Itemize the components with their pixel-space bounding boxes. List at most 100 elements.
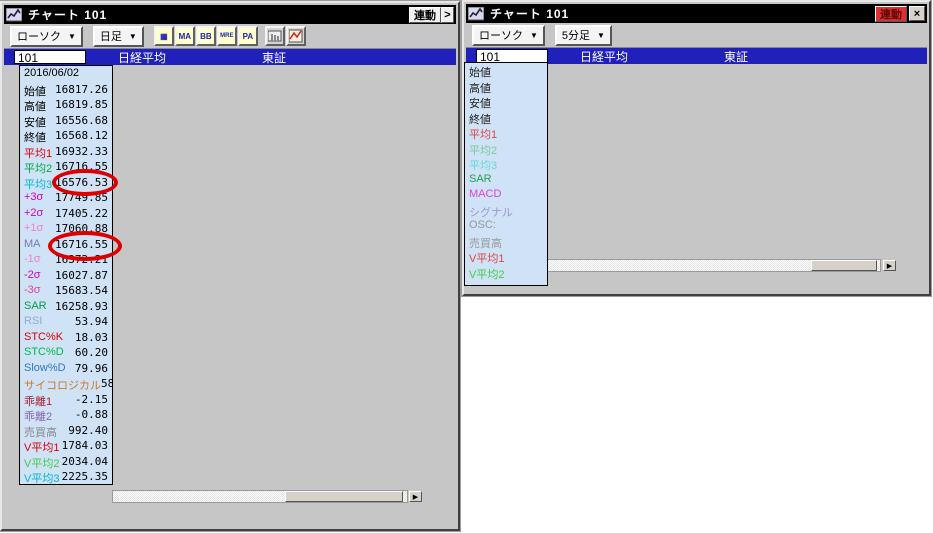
indicator-label: V平均1	[24, 439, 59, 454]
indicator-row: V平均1	[465, 249, 547, 265]
indicator-value: 2034.04	[62, 455, 108, 470]
indicator-label: MACD	[469, 188, 501, 203]
indicator-row: OSC:	[465, 218, 547, 234]
indicator-row: 平均3	[465, 156, 547, 172]
indicator-label: STC%K	[24, 331, 63, 346]
indicator-row: 高値 16819.85	[20, 97, 112, 113]
indicator-label: +1σ	[24, 222, 43, 237]
indicator-label: 平均2	[469, 142, 497, 157]
indicator-value: 16932.33	[55, 145, 108, 160]
horizontal-scrollbar[interactable]	[112, 490, 408, 503]
indicator-row: RSI 53.94	[20, 314, 112, 330]
indicator-label: 安値	[469, 95, 491, 110]
indicator-label: RSI	[24, 315, 42, 330]
indicator-label: V平均1	[469, 250, 504, 265]
indicator-label: 安値	[24, 114, 46, 129]
indicator-label: 始値	[469, 64, 491, 79]
indicator-label: V平均3	[24, 470, 59, 485]
annotation-circle-ma	[48, 231, 122, 261]
indicator-label: OSC:	[469, 219, 496, 234]
indicator-label: 乖離2	[24, 408, 52, 423]
indicator-value: 60.20	[75, 346, 108, 361]
indicator-row: Slow%D 79.96	[20, 361, 112, 377]
indicator-value: 18.03	[75, 331, 108, 346]
indicator-row: STC%K 18.03	[20, 330, 112, 346]
indicator-row: 売買高	[465, 234, 547, 250]
indicator-label: 乖離1	[24, 393, 52, 408]
indicator-row: 乖離1 -2.15	[20, 392, 112, 408]
indicator-label: V平均2	[24, 455, 59, 470]
indicator-label: 始値	[24, 83, 46, 98]
indicator-value: 16027.87	[55, 269, 108, 284]
scrollbar-thumb[interactable]	[285, 491, 403, 502]
indicator-label: +2σ	[24, 207, 43, 222]
indicator-row: 安値16556.68	[20, 113, 112, 129]
indicator-value-panel: 2016/06/02 始値 16817.26 高値 16819.85安値16556.6…	[19, 65, 113, 485]
indicator-row: 乖離2 -0.88	[20, 407, 112, 423]
scrollbar-thumb[interactable]	[811, 260, 877, 271]
indicator-row: -3σ15683.54	[20, 283, 112, 299]
indicator-label: +3σ	[24, 191, 43, 206]
indicator-row: サイコロジカル58.33	[20, 376, 112, 392]
chart-window-daily: チャート 101 連動 > ローソク▼ 日足▼ ▦MABBMREPA 101 日…	[0, 1, 460, 531]
panel-date: 2016/06/02	[24, 67, 79, 82]
indicator-row: STC%D 60.20	[20, 345, 112, 361]
indicator-label: 平均3	[24, 176, 52, 191]
indicator-value: 15683.54	[55, 284, 108, 299]
indicator-value: 16819.85	[55, 98, 108, 113]
indicator-row: V平均11784.03	[20, 438, 112, 454]
indicator-value: 16568.12	[55, 129, 108, 144]
indicator-label: 平均1	[24, 145, 52, 160]
indicator-label: 終値	[469, 111, 491, 126]
indicator-label: シグナル	[469, 204, 513, 219]
indicator-row: 終値 16568.12	[20, 128, 112, 144]
indicator-label: -1σ	[24, 253, 41, 268]
indicator-row: V平均22034.04	[20, 454, 112, 470]
indicator-row: 始値	[465, 63, 547, 79]
indicator-label: 高値	[24, 98, 46, 113]
indicator-row: SAR 16258.93	[20, 299, 112, 315]
indicator-row: +2σ 17405.22	[20, 206, 112, 222]
indicator-label: STC%D	[24, 346, 64, 361]
indicator-value: 16817.26	[55, 83, 108, 98]
indicator-label: 高値	[469, 80, 491, 95]
indicator-row: 終値	[465, 110, 547, 126]
indicator-label: V平均2	[469, 266, 504, 281]
indicator-value: 2225.35	[62, 470, 108, 485]
indicator-value: -2.15	[75, 393, 108, 408]
indicator-row: 始値 16817.26	[20, 82, 112, 98]
indicator-value: 17405.22	[55, 207, 108, 222]
indicator-label: SAR	[469, 173, 492, 188]
indicator-label: Slow%D	[24, 362, 66, 377]
indicator-row: 平均2	[465, 141, 547, 157]
indicator-row: シグナル	[465, 203, 547, 219]
indicator-label: 売買高	[469, 235, 502, 250]
indicator-value: 992.40	[68, 424, 108, 439]
indicator-row: MACD	[465, 187, 547, 203]
indicator-value: 16258.93	[55, 300, 108, 315]
annotation-circle-heikin3	[52, 169, 118, 196]
indicator-label: 売買高	[24, 424, 57, 439]
indicator-label: -2σ	[24, 269, 41, 284]
indicator-value: 1784.03	[62, 439, 108, 454]
indicator-row: V平均32225.35	[20, 469, 112, 485]
indicator-label: MA	[24, 238, 41, 253]
indicator-row: 平均116932.33	[20, 144, 112, 160]
indicator-label: SAR	[24, 300, 47, 315]
indicator-label: 平均2	[24, 160, 52, 175]
indicator-row: 売買高 992.40	[20, 423, 112, 439]
indicator-label: 平均1	[469, 126, 497, 141]
chart-window-5min: チャート 101 連動 × ローソク▼ 5分足▼ 101 日経平均 東証 始値高…	[462, 0, 931, 296]
indicator-label-panel: 始値高値安値終値平均1平均2平均3SARMACDシグナルOSC:売買高V平均1V…	[464, 62, 548, 286]
indicator-value: -0.88	[75, 408, 108, 423]
indicator-label: 終値	[24, 129, 46, 144]
indicator-row: SAR	[465, 172, 547, 188]
indicator-row: 高値	[465, 79, 547, 95]
indicator-label: 平均3	[469, 157, 497, 172]
indicator-value: 79.96	[75, 362, 108, 377]
indicator-label: サイコロジカル	[24, 377, 101, 392]
indicator-value: 58.33	[101, 377, 112, 392]
indicator-row: 安値	[465, 94, 547, 110]
indicator-value: 53.94	[75, 315, 108, 330]
indicator-row: 平均1	[465, 125, 547, 141]
